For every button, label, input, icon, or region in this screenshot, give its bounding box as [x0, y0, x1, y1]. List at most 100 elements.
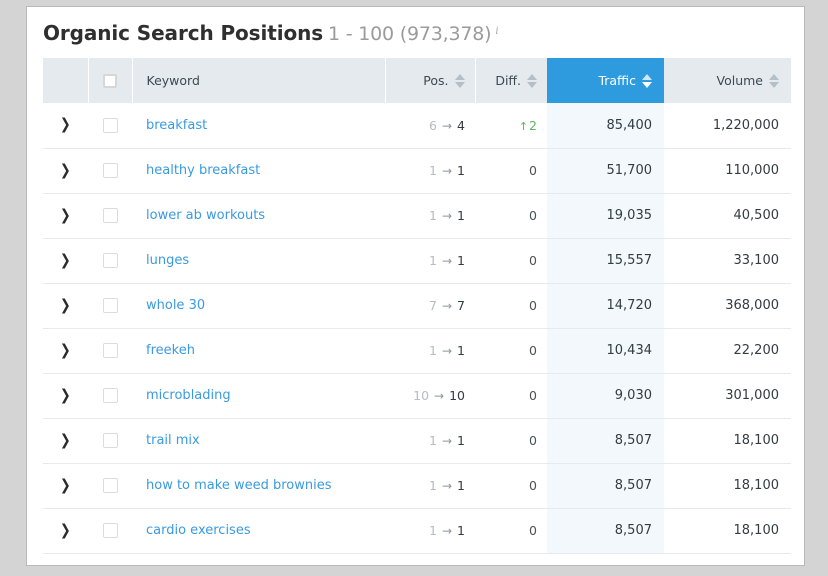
row-expand-cell[interactable]: ❯	[43, 463, 88, 509]
column-header-volume[interactable]: Volume	[664, 58, 791, 103]
chevron-right-icon[interactable]: ❯	[60, 207, 71, 223]
row-expand-cell[interactable]: ❯	[43, 418, 88, 464]
row-checkbox[interactable]	[102, 208, 118, 223]
volume-value: 40,500	[733, 208, 780, 223]
chevron-right-icon[interactable]: ❯	[60, 432, 71, 448]
position-current: 1	[457, 478, 465, 493]
row-expand-cell[interactable]: ❯	[43, 373, 88, 419]
chevron-right-icon[interactable]: ❯	[60, 387, 71, 403]
difference-cell: 0	[475, 373, 547, 419]
table-row[interactable]: ❯ whole 30 7 → 7 0 14,720 368,000	[43, 283, 791, 329]
row-select-cell[interactable]	[88, 283, 132, 329]
volume-cell: 110,000	[664, 148, 791, 194]
column-header-diff[interactable]: Diff.	[474, 58, 547, 103]
diff-value: 0	[529, 253, 537, 268]
row-expand-cell[interactable]: ❯	[43, 148, 88, 194]
chevron-right-icon[interactable]: ❯	[60, 297, 71, 313]
keyword-cell: freekeh	[132, 328, 385, 374]
row-checkbox[interactable]	[102, 433, 118, 448]
keyword-link[interactable]: freekeh	[146, 343, 195, 358]
volume-cell: 368,000	[664, 283, 791, 329]
position-previous: 1	[429, 343, 437, 358]
keyword-link[interactable]: microblading	[146, 388, 231, 403]
row-expand-cell[interactable]: ❯	[43, 283, 88, 329]
position-current: 1	[457, 523, 465, 538]
row-checkbox[interactable]	[102, 388, 118, 403]
row-select-cell[interactable]	[88, 508, 132, 554]
keyword-link[interactable]: trail mix	[146, 433, 200, 448]
sort-icon-diff[interactable]	[527, 73, 537, 88]
column-header-expand	[43, 58, 89, 103]
row-checkbox[interactable]	[102, 163, 118, 178]
keyword-link[interactable]: whole 30	[146, 298, 205, 313]
table-row[interactable]: ❯ microblading 10 → 10 0 9,030 301,000	[43, 373, 791, 419]
traffic-value: 8,507	[614, 478, 652, 493]
keyword-cell: whole 30	[132, 283, 385, 329]
keyword-link[interactable]: lower ab workouts	[146, 208, 265, 223]
row-expand-cell[interactable]: ❯	[43, 328, 88, 374]
row-expand-cell[interactable]: ❯	[43, 508, 88, 554]
arrow-right-icon: →	[434, 389, 445, 403]
column-header-pos[interactable]: Pos.	[384, 58, 475, 103]
select-all-checkbox[interactable]	[103, 74, 117, 89]
row-select-cell[interactable]	[88, 463, 132, 509]
keyword-link[interactable]: cardio exercises	[146, 523, 251, 538]
row-checkbox[interactable]	[102, 298, 118, 313]
info-icon[interactable]: i	[495, 26, 498, 37]
table-row[interactable]: ❯ breakfast 6 → 4 ↑2 85,400 1,220,000	[43, 103, 791, 149]
volume-cell: 1,220,000	[664, 103, 791, 149]
sort-icon-volume[interactable]	[769, 73, 779, 88]
column-header-traffic[interactable]: Traffic	[547, 58, 664, 103]
row-expand-cell[interactable]: ❯	[43, 193, 88, 239]
table-row[interactable]: ❯ lunges 1 → 1 0 15,557 33,100	[43, 238, 791, 284]
row-checkbox[interactable]	[102, 253, 118, 268]
table-row[interactable]: ❯ how to make weed brownies 1 → 1 0 8,507 18,10…	[43, 463, 791, 509]
sort-icon-pos[interactable]	[454, 73, 465, 88]
row-select-cell[interactable]	[88, 328, 132, 374]
keyword-link[interactable]: breakfast	[146, 118, 207, 133]
keyword-link[interactable]: how to make weed brownies	[146, 478, 332, 493]
column-header-select-all[interactable]	[88, 58, 133, 103]
row-expand-cell[interactable]: ❯	[43, 103, 88, 149]
volume-value: 18,100	[733, 478, 780, 493]
row-checkbox[interactable]	[102, 523, 118, 538]
keyword-link[interactable]: healthy breakfast	[146, 163, 260, 178]
traffic-cell: 9,030	[547, 373, 664, 419]
row-select-cell[interactable]	[88, 103, 132, 149]
chevron-right-icon[interactable]: ❯	[60, 162, 71, 178]
table-row[interactable]: ❯ healthy breakfast 1 → 1 0 51,700 110,000	[43, 148, 791, 194]
chevron-right-icon[interactable]: ❯	[60, 477, 71, 493]
page-title: Organic Search Positions 1 - 100 (973,378…	[27, 7, 804, 58]
position-cell: 6 → 4	[385, 103, 475, 149]
row-select-cell[interactable]	[88, 193, 132, 239]
keyword-link[interactable]: lunges	[146, 253, 189, 268]
row-select-cell[interactable]	[88, 148, 132, 194]
table-row[interactable]: ❯ lower ab workouts 1 → 1 0 19,035 40,500	[43, 193, 791, 239]
volume-value: 1,220,000	[712, 117, 779, 133]
chevron-right-icon[interactable]: ❯	[60, 342, 71, 358]
table-row[interactable]: ❯ cardio exercises 1 → 1 0 8,507 18,100	[43, 508, 791, 554]
row-checkbox[interactable]	[102, 343, 118, 358]
chevron-right-icon[interactable]: ❯	[60, 117, 71, 132]
table-row[interactable]: ❯ trail mix 1 → 1 0 8,507 18,100	[43, 418, 791, 464]
row-select-cell[interactable]	[88, 373, 132, 419]
chevron-right-icon[interactable]: ❯	[60, 522, 71, 538]
chevron-right-icon[interactable]: ❯	[60, 252, 71, 268]
keyword-cell: lower ab workouts	[132, 193, 385, 239]
table-row[interactable]: ❯ freekeh 1 → 1 0 10,434 22,200	[43, 328, 791, 374]
row-checkbox[interactable]	[102, 478, 118, 493]
column-header-keyword[interactable]: Keyword	[132, 58, 385, 103]
keyword-cell: lunges	[132, 238, 385, 284]
row-select-cell[interactable]	[88, 238, 132, 284]
organic-search-positions-card: Organic Search Positions 1 - 100 (973,378…	[26, 6, 805, 566]
results-range-label: 1 - 100 (973,378)	[328, 23, 492, 45]
volume-value: 368,000	[725, 298, 779, 313]
row-checkbox[interactable]	[102, 117, 118, 133]
position-previous: 1	[429, 478, 437, 493]
sort-icon-traffic[interactable]	[642, 73, 652, 88]
row-select-cell[interactable]	[88, 418, 132, 464]
position-cell: 10 → 10	[385, 373, 475, 419]
arrow-up-icon: ↑	[518, 119, 529, 133]
traffic-value: 51,700	[606, 163, 653, 178]
row-expand-cell[interactable]: ❯	[43, 238, 88, 284]
